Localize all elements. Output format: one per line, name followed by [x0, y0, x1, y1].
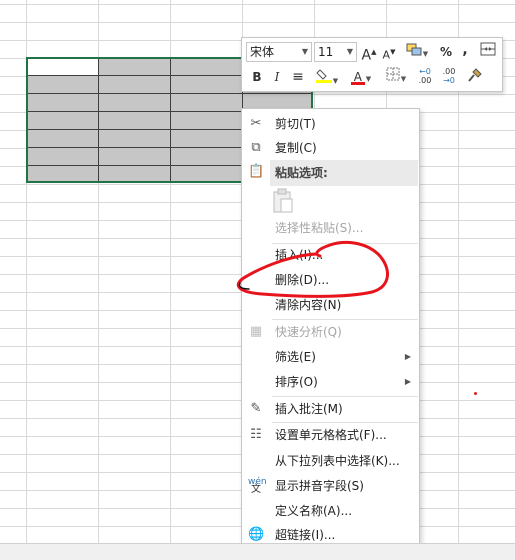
font-color-icon: A [350, 67, 365, 87]
decrease-decimal-label: .00 [442, 67, 456, 76]
menu-item-copy[interactable]: ⧉ 复制(C) [242, 136, 419, 160]
comma-style-button[interactable]: , [458, 40, 472, 60]
format-painter-icon [468, 68, 482, 82]
percent-style-button[interactable]: % [438, 42, 454, 62]
menu-item-label: 删除(D)... [275, 273, 330, 287]
menu-item-label: 显示拼音字段(S) [275, 479, 364, 493]
italic-button[interactable]: I [270, 67, 284, 87]
menu-item-insert[interactable]: 插入(I)... [242, 243, 419, 267]
increase-decimal-icon: ←0 .00 [414, 67, 436, 85]
menu-item-format-cells[interactable]: ☷ 设置单元格格式(F)... [242, 423, 419, 447]
decrease-decimal-button[interactable]: .00 →0 [438, 67, 460, 87]
align-center-button[interactable]: ≡ [290, 67, 306, 87]
bold-button[interactable]: B [250, 67, 264, 87]
cell-styles-icon [406, 43, 422, 56]
align-center-icon: ≡ [292, 69, 304, 85]
grow-font-icon: A [361, 47, 372, 64]
borders-icon [386, 67, 400, 81]
decrease-decimal-icon: .00 →0 [438, 67, 460, 85]
menu-item-label: 从下拉列表中选择(K)... [275, 454, 400, 468]
menu-item-label: 插入(I)... [275, 248, 324, 262]
hyperlink-globe-icon: 🌐 [248, 527, 265, 542]
menu-item-define-name[interactable]: 定义名称(A)... [242, 499, 419, 523]
menu-item-label: 排序(O) [275, 375, 318, 389]
copy-icon: ⧉ [251, 140, 261, 155]
menu-item-label: 剪切(T) [275, 117, 316, 131]
menu-item-show-phonetic[interactable]: wén 文 显示拼音字段(S) [242, 474, 419, 498]
paste-icon[interactable] [272, 188, 294, 214]
submenu-arrow-icon: ▶ [404, 352, 411, 361]
borders-button[interactable]: ▼ [382, 67, 410, 87]
paint-bucket-icon [315, 69, 332, 83]
cell-styles-button[interactable]: ▼ [402, 42, 432, 62]
menu-item-label: 定义名称(A)... [275, 504, 353, 518]
menu-item-label: 插入批注(M) [275, 402, 343, 416]
paste-options-label: 粘贴选项: [275, 166, 328, 180]
font-color-button[interactable]: A ▼ [346, 67, 376, 87]
menu-item-paste-special[interactable]: 选择性粘贴(S)... [242, 216, 419, 240]
grow-font-button[interactable]: A▲ [360, 42, 378, 64]
status-bar [0, 543, 515, 560]
new-comment-icon: ✎ [250, 401, 262, 416]
submenu-arrow-icon: ▶ [404, 377, 411, 386]
increase-decimal-button[interactable]: ←0 .00 [414, 67, 436, 87]
percent-icon: % [439, 45, 453, 59]
menu-item-clear-contents[interactable]: 清除内容(N) [242, 293, 419, 317]
menu-item-sort[interactable]: 排序(O) ▶ [242, 370, 419, 394]
font-name-combo[interactable]: 宋体 ▼ [246, 42, 312, 62]
scissors-icon: ✂ [250, 116, 262, 131]
shrink-font-button[interactable]: A▼ [380, 42, 398, 62]
menu-item-filter[interactable]: 筛选(E) ▶ [242, 345, 419, 369]
stray-red-mark [474, 392, 477, 395]
paste-options-header: 粘贴选项: [270, 160, 418, 186]
active-cell[interactable] [28, 59, 98, 75]
phonetic-guide-icon: wén 文 [248, 477, 267, 495]
menu-item-quick-analysis[interactable]: ▦ 快速分析(Q) [242, 320, 419, 344]
menu-item-insert-comment[interactable]: ✎ 插入批注(M) [242, 397, 419, 421]
italic-icon: I [274, 70, 280, 84]
increase-decimal-label: .00 [418, 76, 432, 85]
bold-icon: B [252, 70, 262, 84]
quick-analysis-icon: ▦ [249, 324, 263, 339]
clipboard-icon: 📋 [248, 164, 265, 179]
font-name-value: 宋体 [250, 45, 275, 59]
merge-center-icon [480, 42, 496, 56]
mini-toolbar: 宋体 ▼ 11 ▼ A▲ A▼ ▼ % , B I ≡ ▼ A ▼ ▼ ←0 .… [241, 37, 503, 92]
menu-item-delete[interactable]: 删除(D)... [242, 268, 419, 292]
comma-icon: , [462, 42, 468, 58]
font-size-combo[interactable]: 11 ▼ [314, 42, 357, 62]
menu-item-label: 筛选(E) [275, 350, 316, 364]
chevron-down-icon[interactable]: ▼ [347, 43, 353, 61]
menu-item-label: 复制(C) [275, 141, 317, 155]
shrink-font-icon: A [382, 48, 391, 62]
chevron-down-icon[interactable]: ▼ [302, 43, 308, 61]
menu-item-label: 设置单元格格式(F)... [275, 428, 387, 442]
font-size-value: 11 [318, 45, 334, 59]
format-cells-icon: ☷ [250, 427, 262, 442]
menu-item-pick-from-list[interactable]: 从下拉列表中选择(K)... [242, 449, 419, 473]
context-menu: ✂ 剪切(T) ⧉ 复制(C) 📋 粘贴选项: 选择性粘贴(S)... 插入(I… [241, 108, 420, 545]
menu-item-label: 清除内容(N) [275, 298, 342, 312]
merge-center-button[interactable] [478, 42, 498, 62]
fill-color-button[interactable]: ▼ [312, 67, 342, 87]
menu-item-label: 选择性粘贴(S)... [275, 221, 364, 235]
menu-item-cut[interactable]: ✂ 剪切(T) [242, 112, 419, 136]
menu-item-label: 快速分析(Q) [275, 325, 342, 339]
format-painter-button[interactable] [464, 67, 486, 87]
